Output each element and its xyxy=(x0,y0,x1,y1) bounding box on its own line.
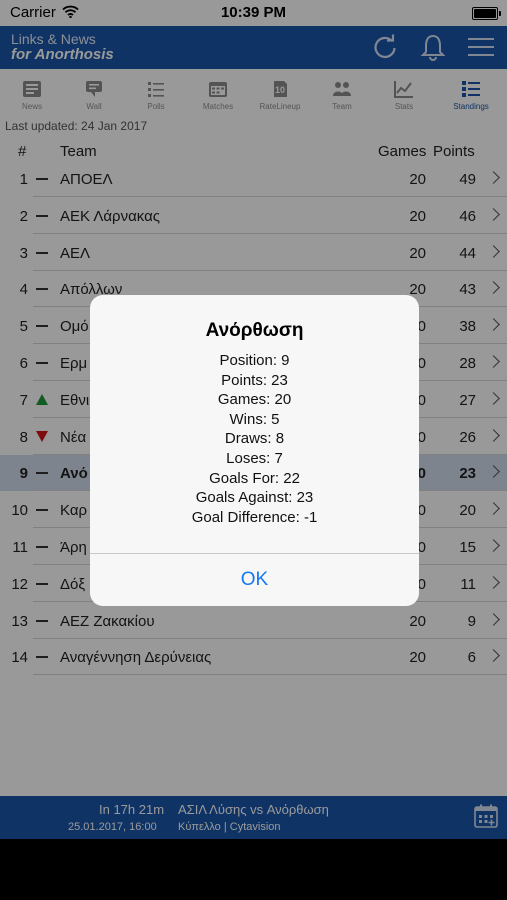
alert-line: Wins: 5 xyxy=(229,410,280,428)
alert-line: Points: 23 xyxy=(221,371,288,389)
ok-button[interactable]: OK xyxy=(90,553,419,606)
alert-title: Ανόρθωση xyxy=(205,320,304,341)
team-stats-alert: Ανόρθωση Position: 9 Points: 23 Games: 20 W… xyxy=(90,295,419,606)
alert-line: Goal Difference: -1 xyxy=(191,508,318,526)
screen-bottom-bezel xyxy=(0,839,507,900)
alert-line: Games: 20 xyxy=(217,391,292,409)
alert-line: Loses: 7 xyxy=(226,450,283,467)
app-screen: Carrier 10:39 PM Links & News for Anorth… xyxy=(0,0,507,839)
alert-line: Goals For: 22 xyxy=(209,469,300,487)
alert-line: Position: 9 xyxy=(219,352,290,369)
alert-line: Goals Against: 23 xyxy=(195,489,314,507)
alert-line: Draws: 8 xyxy=(224,430,285,448)
